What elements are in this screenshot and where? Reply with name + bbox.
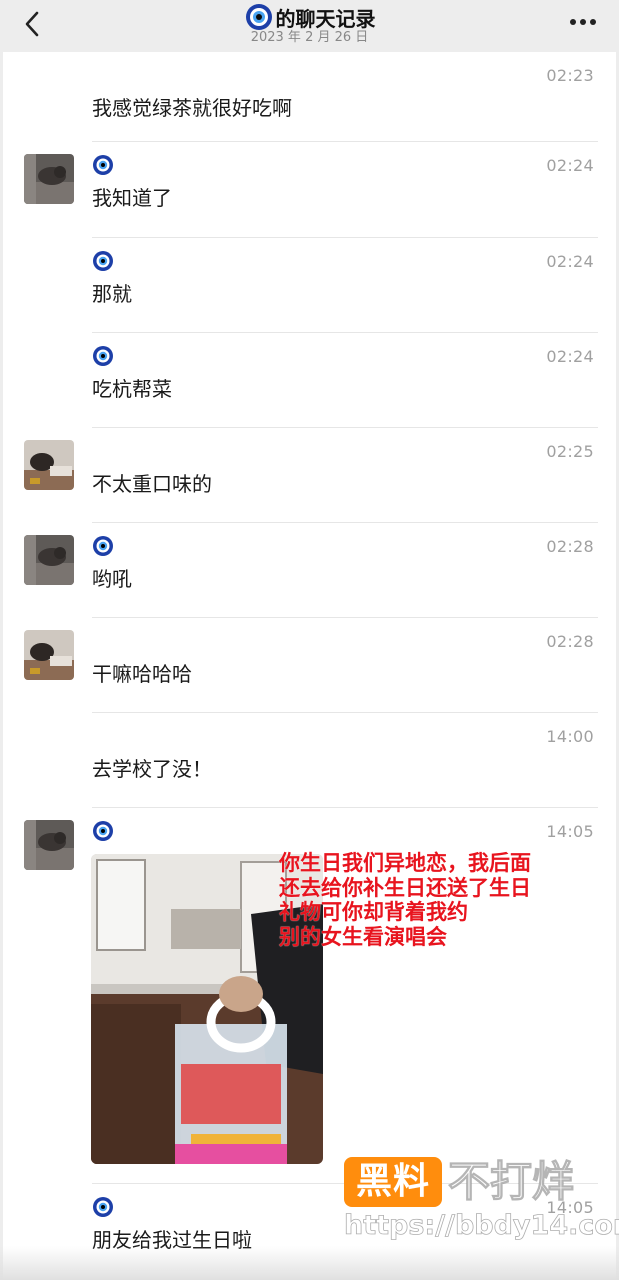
message-text: 干嘛哈哈哈 (92, 662, 192, 686)
avatar-cat-image (24, 820, 74, 870)
list-item[interactable]: 02:24 那就 (3, 238, 616, 333)
message-time: 14:05 (546, 822, 594, 841)
list-item[interactable]: 02:23 我感觉绿茶就很好吃啊 (3, 52, 616, 142)
avatar[interactable] (24, 630, 74, 680)
message-text: 我知道了 (92, 186, 172, 210)
message-text: 不太重口味的 (92, 472, 212, 496)
sender-eye-icon (93, 536, 113, 556)
message-text: 我感觉绿茶就很好吃啊 (92, 96, 292, 120)
avatar-cat-image (24, 154, 74, 204)
list-item[interactable]: 02:28 干嘛哈哈哈 (3, 618, 616, 713)
sender-eye-icon (93, 346, 113, 366)
message-text: 哟吼 (92, 567, 132, 591)
more-horizontal-icon (570, 19, 596, 25)
avatar[interactable] (24, 535, 74, 585)
sender-eye-icon (93, 155, 113, 175)
message-time: 02:28 (546, 537, 594, 556)
avatar[interactable] (24, 154, 74, 204)
list-item[interactable]: 14:00 去学校了没！ (3, 713, 616, 808)
annotation-text: 你生日我们异地恋，我后面 还去给你补生日还送了生日 礼物可你却背着我约 别的女生… (279, 851, 531, 949)
message-time: 14:00 (546, 727, 594, 746)
avatar-person-image (24, 440, 74, 490)
more-button[interactable] (565, 8, 601, 36)
message-time: 02:24 (546, 156, 594, 175)
sender-eye-icon (93, 251, 113, 271)
list-item[interactable]: 02:24 吃杭帮菜 (3, 333, 616, 428)
sender-eye-icon (93, 821, 113, 841)
avatar-person-image (24, 630, 74, 680)
message-time: 02:25 (546, 442, 594, 461)
bottom-fade (0, 1246, 619, 1280)
sender-eye-icon (93, 1197, 113, 1217)
nav-bar: 的聊天记录 2023 年 2 月 26 日 (0, 0, 619, 52)
message-text: 去学校了没！ (92, 757, 212, 781)
message-text: 吃杭帮菜 (92, 377, 172, 401)
avatar-cat-image (24, 535, 74, 585)
message-text: 那就 (92, 282, 132, 306)
avatar[interactable] (24, 440, 74, 490)
message-time: 14:05 (546, 1198, 594, 1217)
message-time: 02:23 (546, 66, 594, 85)
message-list[interactable]: 02:23 我感觉绿茶就很好吃啊 02:24 我知道了 02:24 那就 02:… (3, 52, 616, 1280)
list-item[interactable]: 02:25 不太重口味的 (3, 428, 616, 523)
avatar[interactable] (24, 820, 74, 870)
message-time: 02:28 (546, 632, 594, 651)
chat-history-screen: 的聊天记录 2023 年 2 月 26 日 02:23 我感觉绿茶就很好吃啊 0… (0, 0, 619, 1280)
date-subtitle: 2023 年 2 月 26 日 (250, 30, 369, 45)
message-time: 02:24 (546, 347, 594, 366)
list-item[interactable]: 02:28 哟吼 (3, 523, 616, 618)
message-time: 02:24 (546, 252, 594, 271)
list-item[interactable]: 02:24 我知道了 (3, 142, 616, 238)
